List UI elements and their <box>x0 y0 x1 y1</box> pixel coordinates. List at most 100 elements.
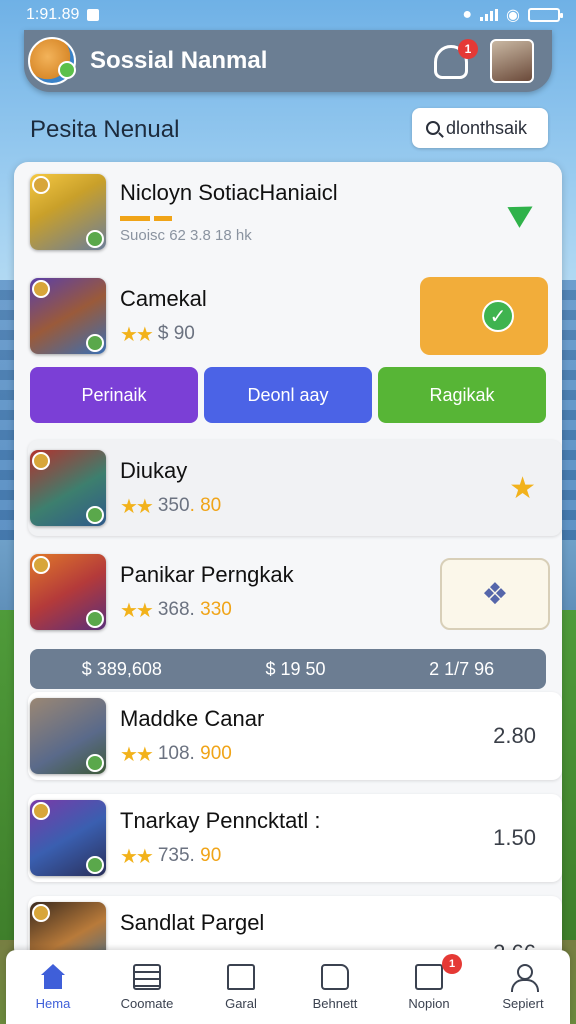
nav-behnett[interactable]: Behnett <box>288 950 382 1024</box>
hero-thumbnail <box>30 450 106 526</box>
thumb-badge-icon <box>86 610 104 628</box>
game-value-highlight: 90 <box>194 845 222 866</box>
thumb-badge-icon <box>32 904 50 922</box>
nav-badge: 1 <box>442 954 462 974</box>
puzzle-button[interactable]: ❖ <box>440 558 550 630</box>
game-value: 368. <box>157 599 195 620</box>
bottom-navigation: Hema Coomate Garal Behnett 1 Nopion Sepi… <box>6 950 570 1024</box>
news-icon <box>415 963 443 990</box>
summary-right: 2 1/7 96 <box>429 658 495 679</box>
game-name: Diukay <box>120 457 188 483</box>
perinaik-button[interactable]: Perinaik <box>30 367 198 423</box>
thumb-badge-icon <box>86 334 104 352</box>
search-button[interactable]: dlonthsaik <box>412 108 548 148</box>
nav-label: Sepiert <box>502 995 544 1011</box>
favorite-star-icon[interactable]: ★ <box>509 471 536 506</box>
list-item: Tnarkay Penncktatl : ★★ 735. 90 1.50 <box>28 800 562 876</box>
game-name: Tnarkay Penncktatl : <box>120 807 321 833</box>
thumb-badge-icon <box>32 802 50 820</box>
game-name: Maddke Canar <box>120 705 265 731</box>
battery-icon <box>528 8 563 22</box>
game-value: 735. <box>157 845 195 866</box>
rating-stars-icon: ★★ <box>120 495 154 518</box>
home-icon <box>39 963 67 990</box>
thumb-badge-icon <box>32 452 50 470</box>
wolf-thumbnail <box>30 174 106 250</box>
bag-icon <box>321 963 349 990</box>
game-list-panel: Nicloyn SotiacHaniaicl Suoisc 62 3.8 18 … <box>14 162 562 962</box>
nav-label: Hema <box>35 995 71 1011</box>
game-value: $ 90 <box>157 323 195 344</box>
notification-button[interactable]: 1 <box>432 39 478 81</box>
deonl-aay-button[interactable]: Deonl aay <box>204 367 372 423</box>
nav-label: Garal <box>225 995 257 1011</box>
list-item: Maddke Canar ★★ 108. 900 2.80 <box>28 698 562 774</box>
mystic-thumbnail <box>30 800 106 876</box>
fox-thumbnail <box>30 698 106 774</box>
app-title: Sossial Nanmal <box>90 47 268 74</box>
list-item: Diukay ★★ 350. 80 ★ <box>28 450 562 526</box>
user-icon <box>509 963 539 992</box>
game-value-highlight: . 80 <box>189 495 222 516</box>
store-icon <box>227 963 255 990</box>
list-icon <box>133 963 161 990</box>
game-value-highlight: 330 <box>194 599 232 620</box>
thumb-badge-icon <box>32 556 50 574</box>
nav-coomate[interactable]: Coomate <box>100 950 194 1024</box>
nav-label: Nopion <box>408 995 450 1011</box>
nav-sepiert[interactable]: Sepiert <box>476 950 570 1024</box>
rating-stars-icon: ★★ <box>120 323 154 346</box>
notification-badge: 1 <box>458 39 478 59</box>
featured-progress <box>120 216 508 221</box>
search-icon <box>426 121 440 135</box>
game-name: Sandlat Pargel <box>120 909 265 935</box>
list-item-card[interactable]: Maddke Canar ★★ 108. 900 2.80 <box>28 692 562 780</box>
nav-garal[interactable]: Garal <box>194 950 288 1024</box>
game-value: 108. <box>157 743 195 764</box>
rating-stars-icon: ★★ <box>120 845 154 868</box>
status-bar: 1:91.89 ● ◉ <box>0 0 576 30</box>
nav-label: Behnett <box>312 995 358 1011</box>
heroine-thumbnail <box>30 554 106 630</box>
cat-avatar-icon[interactable] <box>490 39 534 83</box>
thumb-badge-icon <box>86 506 104 524</box>
game-value: 350 <box>157 495 190 516</box>
section-title: Pesita Nenual <box>30 116 180 143</box>
summary-mid: $ 19 50 <box>265 658 326 679</box>
game-value-highlight: 900 <box>194 743 232 764</box>
featured-name: Nicloyn SotiacHaniaicl <box>120 180 338 205</box>
app-header: Sossial Nanmal 1 <box>24 30 552 92</box>
thumb-badge-icon <box>86 230 104 248</box>
game-price: 2.80 <box>493 723 536 748</box>
signal-icon <box>480 9 499 21</box>
featured-subtitle: Suoisc 62 3.8 18 hk <box>120 227 252 244</box>
fox-logo-icon[interactable] <box>28 37 76 85</box>
thumb-badge-icon <box>32 176 50 194</box>
game-price: 1.50 <box>493 825 536 850</box>
pirate-thumbnail <box>30 278 106 354</box>
featured-item[interactable]: Nicloyn SotiacHaniaicl Suoisc 62 3.8 18 … <box>14 174 562 250</box>
share-icon[interactable] <box>508 196 540 228</box>
checkmark-icon: ✓ <box>482 300 514 332</box>
summary-bar: $ 389,608 $ 19 50 2 1/7 96 <box>30 649 546 689</box>
nav-label: Coomate <box>120 995 174 1011</box>
wifi-icon: ◉ <box>506 7 520 24</box>
notification-square-icon <box>87 9 100 21</box>
summary-total: $ 389,608 <box>81 658 162 679</box>
nav-nopion[interactable]: 1 Nopion <box>382 950 476 1024</box>
list-item-card[interactable]: Tnarkay Penncktatl : ★★ 735. 90 1.50 <box>28 794 562 882</box>
thumb-badge-icon <box>86 754 104 772</box>
list-item-card[interactable]: Diukay ★★ 350. 80 ★ <box>28 440 562 536</box>
action-buttons: Perinaik Deonl aay Ragikak <box>30 367 546 423</box>
thumb-badge-icon <box>86 856 104 874</box>
nav-home[interactable]: Hema <box>6 950 100 1024</box>
claim-button[interactable]: ✓ <box>420 277 548 355</box>
location-icon: ● <box>462 6 473 23</box>
ragikak-button[interactable]: Ragikak <box>378 367 546 423</box>
search-label: dlonthsaik <box>446 117 528 138</box>
status-time: 1:91.89 <box>26 6 80 23</box>
thumb-badge-icon <box>32 280 50 298</box>
rating-stars-icon: ★★ <box>120 743 154 766</box>
rating-stars-icon: ★★ <box>120 599 154 622</box>
puzzle-icon: ❖ <box>481 577 509 611</box>
